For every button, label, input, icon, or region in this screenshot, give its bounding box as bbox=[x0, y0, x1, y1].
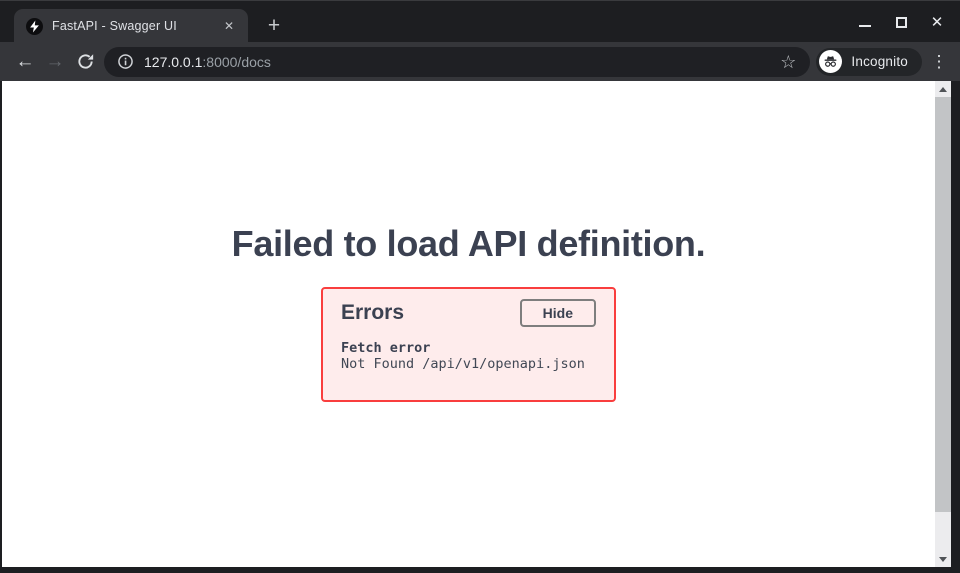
browser-menu-button[interactable]: ⋮ bbox=[926, 52, 952, 72]
new-tab-button[interactable]: + bbox=[260, 13, 288, 41]
swagger-page: Failed to load API definition. Errors Hi… bbox=[2, 81, 935, 567]
page-title: Failed to load API definition. bbox=[2, 223, 935, 265]
minimize-icon bbox=[859, 17, 871, 27]
incognito-label: Incognito bbox=[851, 54, 908, 69]
errors-title: Errors bbox=[341, 301, 404, 325]
window-close-icon: ✕ bbox=[931, 13, 944, 31]
forward-button[interactable]: → bbox=[40, 47, 70, 77]
url-host: 127.0.0.1 bbox=[144, 54, 202, 70]
incognito-badge: Incognito bbox=[816, 48, 922, 76]
scroll-up-icon bbox=[939, 87, 947, 92]
errors-panel: Errors Hide Fetch error Not Found /api/v… bbox=[321, 287, 616, 402]
tab-close-icon[interactable]: ✕ bbox=[220, 17, 238, 35]
window-controls: ✕ bbox=[852, 1, 950, 43]
errors-header: Errors Hide bbox=[341, 299, 596, 327]
fastapi-favicon-icon bbox=[26, 18, 43, 35]
url-text: 127.0.0.1:8000/docs bbox=[144, 54, 772, 70]
scroll-down-icon bbox=[939, 557, 947, 562]
error-item: Fetch error Not Found /api/v1/openapi.js… bbox=[341, 340, 596, 372]
scroll-up-button[interactable] bbox=[935, 81, 951, 97]
incognito-icon bbox=[819, 50, 842, 73]
browser-window: FastAPI - Swagger UI ✕ + ✕ ← → bbox=[0, 0, 960, 573]
url-path: :8000/docs bbox=[202, 54, 271, 70]
scrollbar-thumb[interactable] bbox=[935, 97, 951, 512]
error-message: Not Found /api/v1/openapi.json bbox=[341, 356, 596, 372]
titlebar: FastAPI - Swagger UI ✕ + ✕ bbox=[0, 0, 960, 42]
maximize-icon bbox=[896, 17, 907, 28]
content-area: Failed to load API definition. Errors Hi… bbox=[0, 81, 960, 573]
browser-tab[interactable]: FastAPI - Swagger UI ✕ bbox=[14, 9, 248, 43]
back-button[interactable]: ← bbox=[10, 47, 40, 77]
tab-title: FastAPI - Swagger UI bbox=[52, 19, 211, 33]
site-info-icon[interactable] bbox=[118, 54, 133, 69]
maximize-button[interactable] bbox=[888, 9, 914, 35]
minimize-button[interactable] bbox=[852, 9, 878, 35]
reload-icon bbox=[77, 53, 94, 70]
hide-errors-button[interactable]: Hide bbox=[520, 299, 596, 327]
scroll-down-button[interactable] bbox=[935, 551, 951, 567]
bookmark-star-icon[interactable]: ☆ bbox=[780, 53, 796, 71]
vertical-scrollbar[interactable] bbox=[935, 81, 951, 567]
address-bar[interactable]: 127.0.0.1:8000/docs ☆ bbox=[104, 47, 810, 77]
reload-button[interactable] bbox=[70, 47, 100, 77]
window-close-button[interactable]: ✕ bbox=[924, 9, 950, 35]
browser-toolbar: ← → 127.0.0.1:8000/docs ☆ bbox=[0, 42, 960, 81]
error-title: Fetch error bbox=[341, 340, 596, 356]
